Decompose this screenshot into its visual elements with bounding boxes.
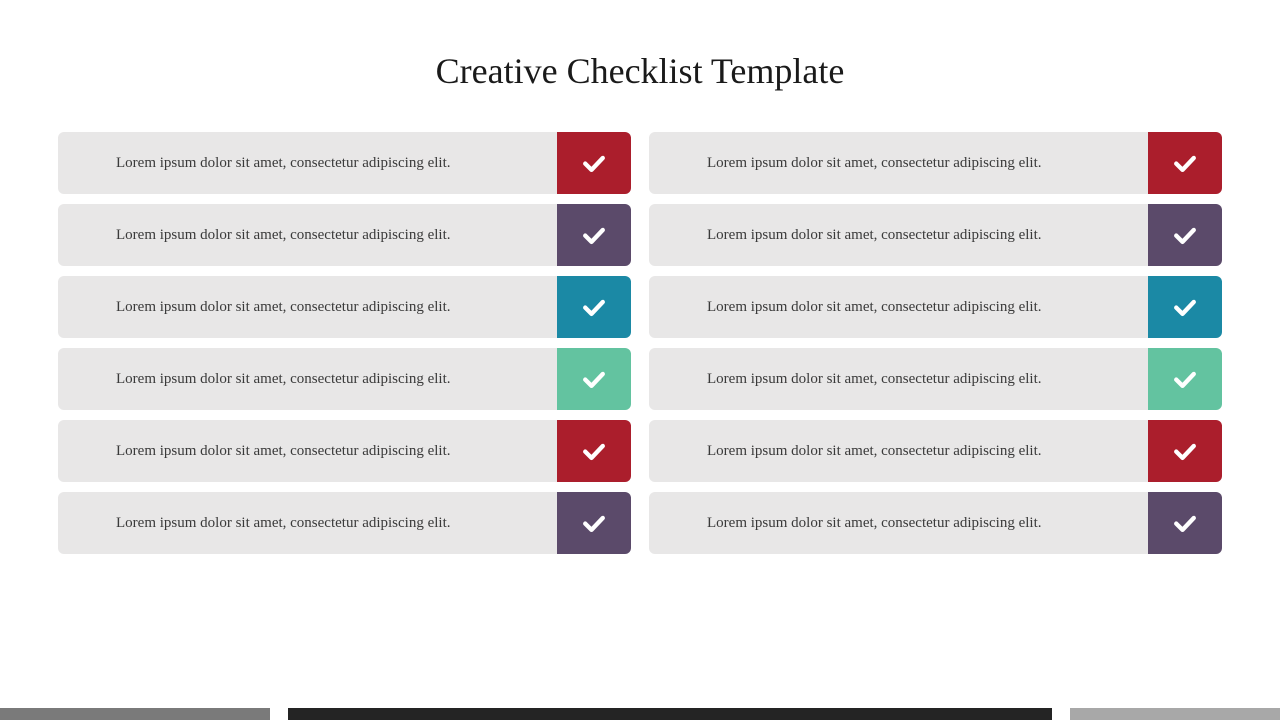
checkmark-icon bbox=[557, 348, 631, 410]
checkmark-icon bbox=[1148, 492, 1222, 554]
footer-bar-2 bbox=[288, 708, 1052, 720]
checklist-columns: Lorem ipsum dolor sit amet, consectetur … bbox=[0, 132, 1280, 554]
checklist-item: Lorem ipsum dolor sit amet, consectetur … bbox=[58, 348, 631, 410]
checkmark-icon bbox=[1148, 204, 1222, 266]
checklist-item: Lorem ipsum dolor sit amet, consectetur … bbox=[649, 132, 1222, 194]
checkmark-icon bbox=[1148, 420, 1222, 482]
checklist-item: Lorem ipsum dolor sit amet, consectetur … bbox=[58, 276, 631, 338]
checklist-item: Lorem ipsum dolor sit amet, consectetur … bbox=[58, 420, 631, 482]
checklist-item-text: Lorem ipsum dolor sit amet, consectetur … bbox=[649, 132, 1148, 194]
checklist-column-right: Lorem ipsum dolor sit amet, consectetur … bbox=[649, 132, 1222, 554]
checklist-item: Lorem ipsum dolor sit amet, consectetur … bbox=[58, 492, 631, 554]
checkmark-icon bbox=[557, 420, 631, 482]
checklist-item-text: Lorem ipsum dolor sit amet, consectetur … bbox=[649, 348, 1148, 410]
checkmark-icon bbox=[1148, 276, 1222, 338]
checklist-item: Lorem ipsum dolor sit amet, consectetur … bbox=[649, 276, 1222, 338]
checklist-item-text: Lorem ipsum dolor sit amet, consectetur … bbox=[58, 492, 557, 554]
checkmark-icon bbox=[1148, 132, 1222, 194]
footer-decoration bbox=[0, 708, 1280, 720]
checklist-item-text: Lorem ipsum dolor sit amet, consectetur … bbox=[649, 204, 1148, 266]
checklist-item: Lorem ipsum dolor sit amet, consectetur … bbox=[58, 132, 631, 194]
checklist-item-text: Lorem ipsum dolor sit amet, consectetur … bbox=[58, 132, 557, 194]
footer-bar-1 bbox=[0, 708, 270, 720]
checklist-item: Lorem ipsum dolor sit amet, consectetur … bbox=[649, 420, 1222, 482]
checkmark-icon bbox=[1148, 348, 1222, 410]
checklist-item-text: Lorem ipsum dolor sit amet, consectetur … bbox=[58, 276, 557, 338]
checklist-item-text: Lorem ipsum dolor sit amet, consectetur … bbox=[58, 348, 557, 410]
checklist-item-text: Lorem ipsum dolor sit amet, consectetur … bbox=[649, 276, 1148, 338]
checkmark-icon bbox=[557, 132, 631, 194]
checkmark-icon bbox=[557, 204, 631, 266]
footer-bar-3 bbox=[1070, 708, 1280, 720]
checklist-column-left: Lorem ipsum dolor sit amet, consectetur … bbox=[58, 132, 631, 554]
checklist-item-text: Lorem ipsum dolor sit amet, consectetur … bbox=[58, 420, 557, 482]
checklist-item: Lorem ipsum dolor sit amet, consectetur … bbox=[649, 348, 1222, 410]
checklist-item: Lorem ipsum dolor sit amet, consectetur … bbox=[58, 204, 631, 266]
checkmark-icon bbox=[557, 492, 631, 554]
checklist-item-text: Lorem ipsum dolor sit amet, consectetur … bbox=[649, 492, 1148, 554]
checkmark-icon bbox=[557, 276, 631, 338]
checklist-item-text: Lorem ipsum dolor sit amet, consectetur … bbox=[58, 204, 557, 266]
checklist-item-text: Lorem ipsum dolor sit amet, consectetur … bbox=[649, 420, 1148, 482]
page-title: Creative Checklist Template bbox=[0, 0, 1280, 132]
checklist-item: Lorem ipsum dolor sit amet, consectetur … bbox=[649, 204, 1222, 266]
checklist-item: Lorem ipsum dolor sit amet, consectetur … bbox=[649, 492, 1222, 554]
